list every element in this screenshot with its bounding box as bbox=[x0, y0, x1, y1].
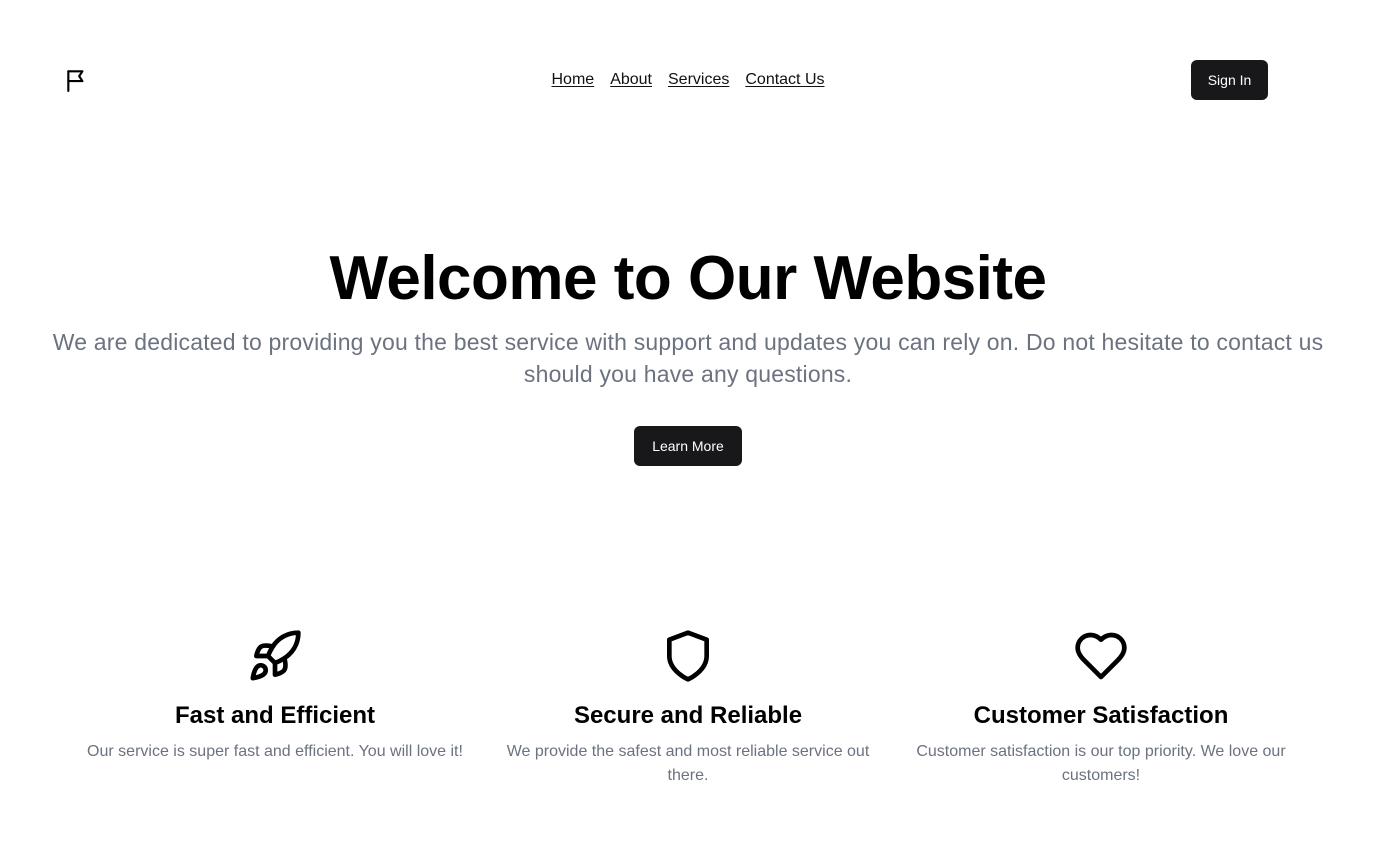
rocket-icon bbox=[247, 628, 303, 684]
shield-icon bbox=[660, 628, 716, 684]
sign-in-button[interactable]: Sign In bbox=[1191, 60, 1268, 100]
feature-card-secure: Secure and Reliable We provide the safes… bbox=[488, 628, 888, 788]
feature-text: We provide the safest and most reliable … bbox=[506, 743, 870, 784]
feature-text: Our service is super fast and efficient.… bbox=[87, 743, 463, 760]
hero-title: Welcome to Our Website bbox=[329, 244, 1047, 313]
feature-title: Fast and Efficient bbox=[174, 702, 376, 729]
feature-text: Customer satisfaction is our top priorit… bbox=[916, 743, 1286, 784]
nav-home-link[interactable]: Home bbox=[552, 71, 595, 89]
nav-contact-link[interactable]: Contact Us bbox=[745, 71, 824, 89]
nav-services-link[interactable]: Services bbox=[668, 71, 729, 89]
feature-card-fast: Fast and Efficient Our service is super … bbox=[75, 628, 475, 764]
feature-title: Customer Satisfaction bbox=[973, 702, 1229, 729]
feature-card-satisfaction: Customer Satisfaction Customer satisfact… bbox=[901, 628, 1301, 788]
main-nav: Home About Services Contact Us bbox=[0, 60, 1376, 100]
site-header: Home About Services Contact Us Sign In bbox=[0, 60, 1376, 100]
hero-subtitle: We are dedicated to providing you the be… bbox=[52, 329, 1324, 387]
heart-icon bbox=[1073, 628, 1129, 684]
learn-more-button[interactable]: Learn More bbox=[634, 426, 742, 466]
features-section: Fast and Efficient Our service is super … bbox=[0, 628, 1376, 808]
flag-icon[interactable] bbox=[64, 67, 90, 93]
nav-about-link[interactable]: About bbox=[610, 71, 652, 89]
hero-section: Welcome to Our Website We are dedicated … bbox=[0, 240, 1376, 466]
feature-title: Secure and Reliable bbox=[573, 702, 803, 729]
